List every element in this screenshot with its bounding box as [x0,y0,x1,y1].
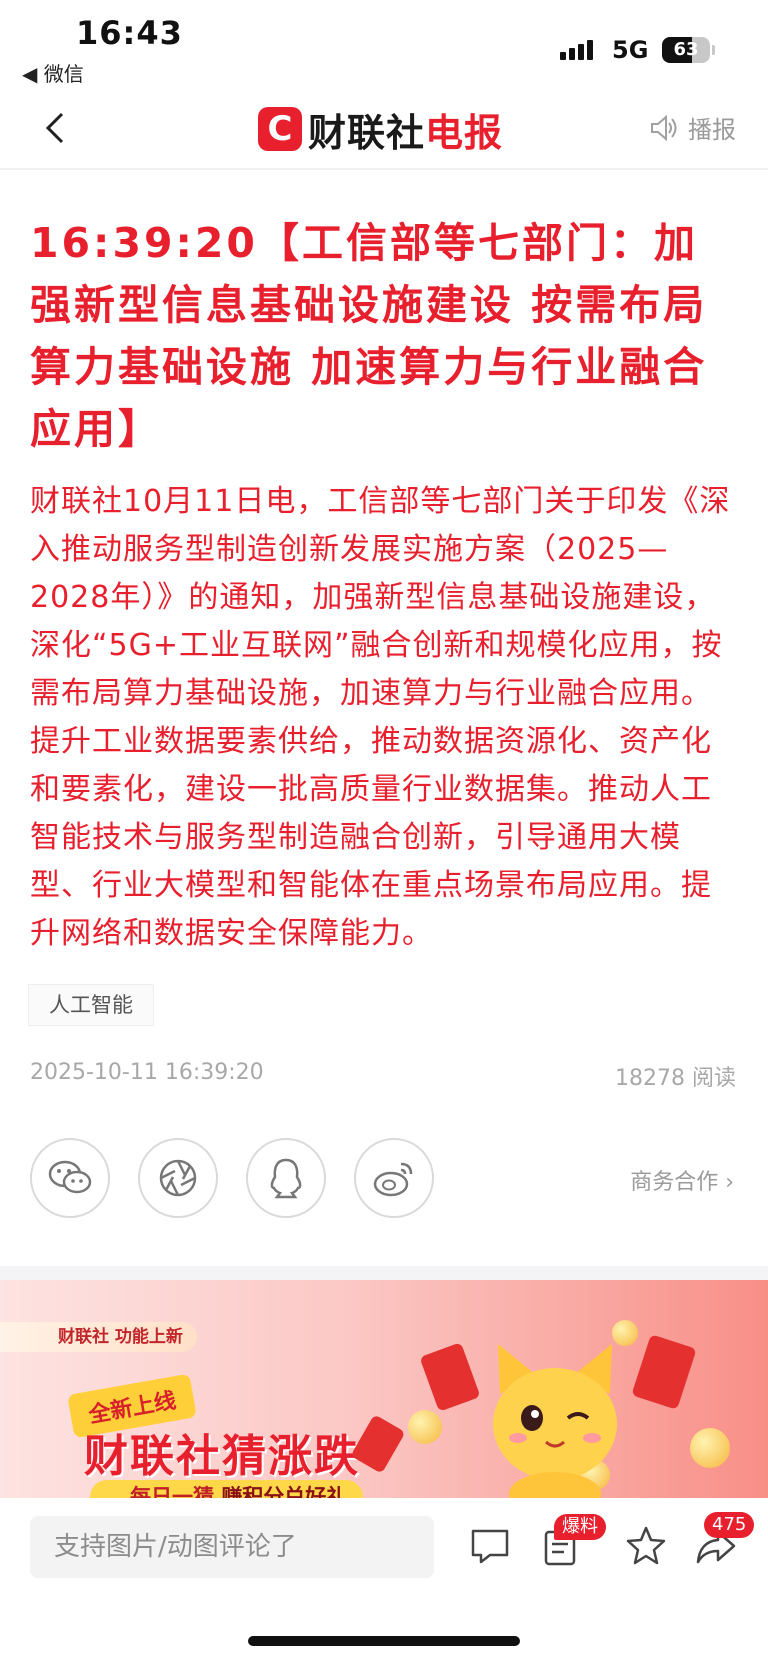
status-bar: 16:43 ◀ 微信 5G 63 [0,0,768,90]
nav-bar: C 财联社电报 播报 [0,90,768,170]
cat-mascot-icon [493,1344,617,1498]
promo-banner[interactable]: 财联社 功能上新 全新上线 财联社猜涨跌 每日一猜 赚积分兑好礼 [0,1280,768,1498]
red-envelope-icon [419,1342,481,1412]
home-indicator [248,1636,520,1646]
article-headline: 16:39:20【工信部等七部门：加强新型信息基础设施建设 按需布局算力基础设施… [30,219,708,453]
comment-icon[interactable] [468,1524,512,1568]
share-weibo-button[interactable] [354,1138,434,1218]
moments-icon [159,1159,197,1197]
broadcast-button[interactable]: 播报 [648,110,736,145]
red-envelope-icon [631,1334,697,1410]
logo-c-icon: C [258,107,302,151]
bottom-action-bar: 支持图片/动图评论了 爆料 475 [0,1498,768,1663]
status-time: 16:43 [76,14,183,52]
share-wechat-button[interactable] [30,1138,110,1218]
topic-tag[interactable]: 人工智能 [28,984,154,1026]
broadcast-label: 播报 [688,116,736,144]
qq-icon [270,1158,302,1199]
business-cooperation-link[interactable]: 商务合作 › [630,1164,734,1196]
banner-slogan: 每日一猜 赚积分兑好礼 [90,1480,364,1498]
battery-icon: 63 [662,37,710,63]
brand-name-black: 财联社 [308,110,426,155]
brand-name: 财联社电报 [308,102,503,157]
share-count-badge: 475 [704,1512,755,1538]
share-moments-button[interactable] [138,1138,218,1218]
battery-level: 63 [673,39,699,60]
banner-top-tag: 财联社 功能上新 [0,1322,197,1352]
banner-title: 财联社猜涨跌 [84,1431,360,1482]
read-count: 18278 阅读 [615,1066,736,1091]
scoop-badge: 爆料 [554,1514,606,1540]
banner-slogan-plain: 每日一猜 [130,1485,214,1498]
brand-logo: C 财联社电报 [258,102,503,157]
banner-slogan-bold: 赚积分兑好礼 [221,1485,348,1498]
publish-time: 2025-10-11 16:39:20 [30,1060,264,1085]
back-to-wechat-link[interactable]: ◀ 微信 [22,58,84,87]
article-body: 财联社10月11日电，工信部等七部门关于印发《深入推动服务型制造创新发展实施方案… [30,484,731,951]
battery-nub [712,45,715,55]
share-qq-button[interactable] [246,1138,326,1218]
network-type: 5G [612,36,649,64]
wechat-icon [48,1160,92,1194]
weibo-icon [373,1162,413,1197]
chevron-left-icon[interactable] [36,108,76,148]
cellular-signal-icon [560,40,593,60]
section-divider [0,1266,768,1280]
speaker-icon [651,114,677,141]
coin-icon [408,1410,442,1444]
coin-icon [690,1428,730,1468]
brand-name-red: 电报 [425,110,504,155]
comment-input[interactable]: 支持图片/动图评论了 [30,1516,434,1578]
star-icon[interactable] [624,1524,668,1568]
